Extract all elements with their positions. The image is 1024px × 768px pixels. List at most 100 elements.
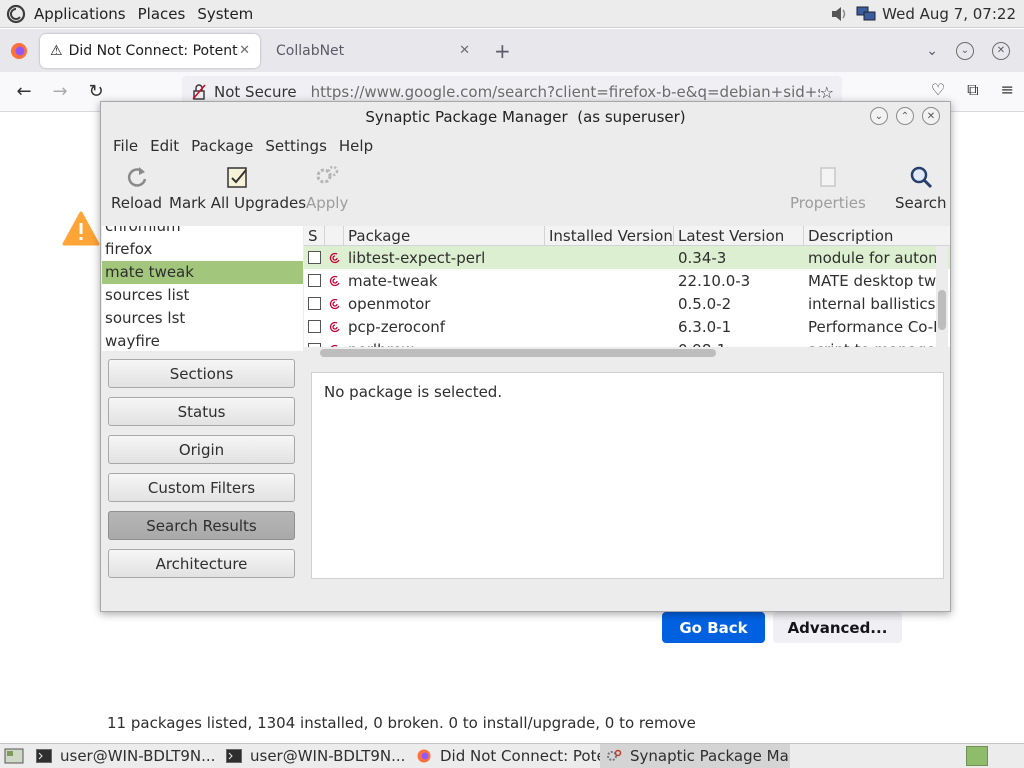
- taskbar-item-firefox[interactable]: Did Not Connect: Pote...: [410, 744, 600, 768]
- filter-category-buttons: Sections Status Origin Custom Filters Se…: [108, 359, 295, 587]
- close-icon[interactable]: ✕: [459, 43, 470, 58]
- package-list-horizontal-scrollbar[interactable]: [304, 347, 950, 359]
- search-results-button[interactable]: Search Results: [108, 511, 295, 540]
- table-row[interactable]: openmotor 0.5.0-2 internal ballistics si…: [304, 292, 950, 315]
- origin-button[interactable]: Origin: [108, 435, 295, 464]
- table-row[interactable]: pcp-zeroconf 6.3.0-1 Performance Co-Pilo…: [304, 315, 950, 338]
- column-status[interactable]: S: [304, 226, 325, 245]
- menu-package[interactable]: Package: [185, 137, 259, 155]
- description: Performance Co-Pilot: [808, 317, 936, 336]
- architecture-button[interactable]: Architecture: [108, 549, 295, 578]
- menu-edit[interactable]: Edit: [144, 137, 185, 155]
- extensions-icon[interactable]: ⧉: [967, 80, 978, 100]
- filter-list: chromium firefox mate tweak sources list…: [102, 226, 303, 351]
- firefox-tab-bar: ⚠ Did Not Connect: Potential Security Is…: [0, 29, 1024, 72]
- search-label: Search: [895, 194, 947, 212]
- table-row[interactable]: mate-tweak 22.10.0-3 MATE desktop tweak: [304, 269, 950, 292]
- close-icon[interactable]: ✕: [239, 43, 250, 58]
- firefox-icon[interactable]: [10, 42, 28, 60]
- applications-menu[interactable]: Applications: [28, 5, 132, 23]
- status-bar: 11 packages listed, 1304 installed, 0 br…: [107, 714, 696, 732]
- new-tab-button[interactable]: +: [494, 39, 511, 63]
- tab-title: Did Not Connect: Potential Security Issu…: [68, 42, 240, 59]
- table-row[interactable]: libtest-expect-perl 0.34-3 module for au…: [304, 246, 950, 269]
- custom-filters-button[interactable]: Custom Filters: [108, 473, 295, 502]
- forward-arrow-icon[interactable]: →: [42, 81, 78, 102]
- filter-item[interactable]: chromium: [102, 226, 303, 238]
- synaptic-toolbar: Reload Mark All Upgrades Apply Propertie…: [101, 160, 950, 226]
- taskbar-item-synaptic[interactable]: Synaptic Package Man...: [600, 743, 790, 768]
- package-details-pane: No package is selected.: [311, 372, 944, 579]
- reload-icon[interactable]: ↻: [78, 81, 114, 102]
- maximize-icon[interactable]: ⌃: [896, 107, 914, 125]
- latest-version: 0.34-3: [678, 248, 727, 267]
- checkbox[interactable]: [308, 320, 321, 333]
- column-installed-version[interactable]: Installed Version: [545, 226, 674, 245]
- sections-button[interactable]: Sections: [108, 359, 295, 388]
- workspace-switcher[interactable]: [966, 746, 988, 766]
- properties-label: Properties: [790, 194, 866, 212]
- places-menu[interactable]: Places: [132, 5, 192, 23]
- close-window-icon[interactable]: ✕: [992, 41, 1010, 60]
- tab-collabnet[interactable]: CollabNet ✕: [260, 34, 480, 68]
- warning-icon: ⚠: [50, 42, 63, 59]
- column-description[interactable]: Description: [804, 226, 936, 245]
- clock[interactable]: Wed Aug 7, 07:22: [882, 5, 1016, 23]
- column-icon[interactable]: [325, 226, 344, 245]
- package-name: openmotor: [348, 294, 431, 313]
- volume-icon[interactable]: [830, 5, 850, 23]
- search-button[interactable]: Search: [895, 164, 947, 212]
- back-arrow-icon[interactable]: ←: [6, 81, 42, 102]
- mate-logo-icon[interactable]: [6, 4, 26, 24]
- menu-help[interactable]: Help: [333, 137, 379, 155]
- taskbar: user@WIN-BDLT9N... user@WIN-BDLT9N... Di…: [0, 743, 1024, 768]
- mark-all-upgrades-button[interactable]: Mark All Upgrades: [169, 164, 306, 212]
- tab-did-not-connect[interactable]: ⚠ Did Not Connect: Potential Security Is…: [40, 33, 260, 68]
- hamburger-menu-icon[interactable]: ≡: [1001, 80, 1014, 100]
- filter-item[interactable]: sources lst: [102, 307, 303, 330]
- package-list-header: S Package Installed Version Latest Versi…: [304, 226, 950, 246]
- package-list-vertical-scrollbar[interactable]: [936, 246, 948, 347]
- package-list: S Package Installed Version Latest Versi…: [304, 226, 950, 351]
- properties-button[interactable]: Properties: [790, 164, 866, 212]
- close-icon[interactable]: ✕: [922, 107, 940, 125]
- taskbar-item-label: Did Not Connect: Pote...: [440, 747, 600, 765]
- apply-button[interactable]: Apply: [306, 164, 348, 212]
- scrollbar-thumb[interactable]: [320, 349, 716, 357]
- synaptic-titlebar[interactable]: Synaptic Package Manager (as superuser) …: [101, 102, 950, 132]
- checkbox[interactable]: [308, 251, 321, 264]
- show-desktop-icon[interactable]: [4, 747, 24, 765]
- advanced-button[interactable]: Advanced...: [773, 612, 902, 643]
- filter-item-selected[interactable]: mate tweak: [102, 261, 303, 284]
- status-button[interactable]: Status: [108, 397, 295, 426]
- debian-swirl-icon: [329, 275, 340, 286]
- synaptic-icon: [607, 749, 622, 761]
- column-package[interactable]: Package: [344, 226, 545, 245]
- apply-label: Apply: [306, 194, 349, 212]
- debian-swirl-icon: [329, 321, 340, 332]
- system-menu[interactable]: System: [191, 5, 259, 23]
- network-icon[interactable]: [856, 5, 876, 23]
- menu-file[interactable]: File: [107, 137, 144, 155]
- bookmark-star-icon[interactable]: ☆: [820, 83, 834, 102]
- menu-settings[interactable]: Settings: [259, 137, 333, 155]
- filter-item[interactable]: firefox: [102, 238, 303, 261]
- column-latest-version[interactable]: Latest Version: [674, 226, 804, 245]
- reload-icon: [127, 167, 146, 187]
- insecure-lock-icon[interactable]: [192, 84, 206, 100]
- go-back-button[interactable]: Go Back: [662, 612, 765, 643]
- pocket-icon[interactable]: ♡: [931, 80, 945, 100]
- url-text[interactable]: https://www.google.com/search?client=fir…: [311, 83, 820, 101]
- filter-item[interactable]: sources list: [102, 284, 303, 307]
- minimize-icon[interactable]: ⌄: [870, 107, 888, 125]
- reload-button[interactable]: Reload: [111, 164, 162, 212]
- latest-version: 6.3.0-1: [678, 317, 732, 336]
- checkbox[interactable]: [308, 297, 321, 310]
- taskbar-item-terminal-2[interactable]: user@WIN-BDLT9N...: [220, 744, 410, 768]
- scrollbar-thumb[interactable]: [938, 290, 946, 330]
- filter-item[interactable]: wayfire: [102, 330, 303, 351]
- minimize-icon[interactable]: ⌄: [956, 41, 974, 60]
- checkbox[interactable]: [308, 274, 321, 287]
- taskbar-item-terminal-1[interactable]: user@WIN-BDLT9N...: [30, 744, 220, 768]
- list-tabs-icon[interactable]: ⌄: [926, 43, 938, 59]
